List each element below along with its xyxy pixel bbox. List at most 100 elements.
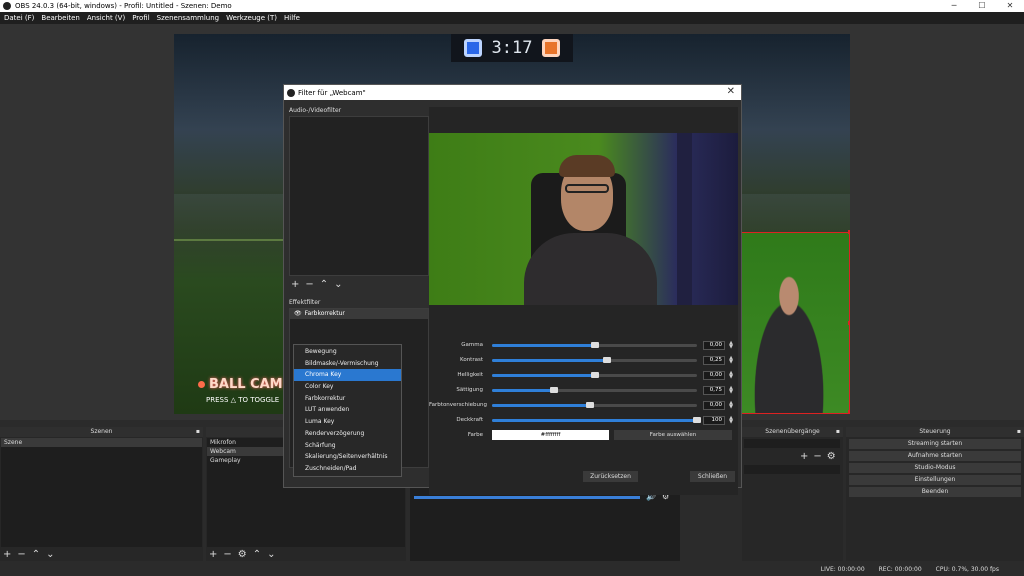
remove-icon[interactable]: − <box>305 279 313 290</box>
param-slider[interactable] <box>492 356 697 363</box>
move-up-icon[interactable]: ⌃ <box>32 549 40 560</box>
param-row: Farbtonverschiebung 0,00 ▲ ▼ <box>429 400 738 410</box>
transition-select[interactable] <box>744 439 840 448</box>
param-label: Helligkeit <box>457 372 483 378</box>
param-slider-thumb[interactable] <box>586 401 595 408</box>
spin-arrows-icon[interactable]: ▲ ▼ <box>727 355 735 365</box>
param-value-field[interactable]: 0,75 <box>703 385 725 395</box>
scene-item[interactable]: Szene <box>1 438 202 447</box>
start-recording-button[interactable]: Aufnahme starten <box>849 451 1021 461</box>
menu-profile[interactable]: Profil <box>132 14 149 22</box>
remove-icon[interactable]: − <box>17 549 25 560</box>
add-icon[interactable]: + <box>291 279 299 290</box>
add-filter-menu: Bewegung Bildmaske/-Vermischung Chroma Key… <box>293 344 402 477</box>
menu-view[interactable]: Ansicht (V) <box>87 14 125 22</box>
menu-item[interactable]: Bewegung <box>294 346 401 358</box>
menu-tools[interactable]: Werkzeuge (T) <box>226 14 277 22</box>
menu-item[interactable]: Schärfung <box>294 440 401 452</box>
menu-item[interactable]: Chroma Key <box>294 369 401 382</box>
menu-item[interactable]: Bildmaske/-Vermischung <box>294 358 401 370</box>
choose-color-button[interactable]: Farbe auswählen <box>614 430 732 440</box>
menu-item[interactable]: LUT anwenden <box>294 404 401 416</box>
param-slider[interactable] <box>492 371 697 378</box>
move-up-icon[interactable]: ⌃ <box>253 549 261 560</box>
settings-button[interactable]: Einstellungen <box>849 475 1021 485</box>
minimize-icon[interactable]: ─ <box>940 0 968 12</box>
param-value-field[interactable]: 100 <box>703 415 725 425</box>
remove-icon[interactable]: − <box>813 451 821 462</box>
add-icon[interactable]: + <box>800 451 808 462</box>
param-label: Kontrast <box>460 357 483 363</box>
menu-item[interactable]: Skalierung/Seitenverhältnis <box>294 451 401 463</box>
gear-icon[interactable]: ⚙ <box>238 549 247 560</box>
param-value-field[interactable]: 0,00 <box>703 340 725 350</box>
param-slider-thumb[interactable] <box>590 371 599 378</box>
duration-field[interactable] <box>744 465 840 474</box>
volume-slider[interactable] <box>414 496 640 499</box>
move-down-icon[interactable]: ⌄ <box>267 549 275 560</box>
close-button[interactable]: Schließen <box>690 471 735 482</box>
param-slider[interactable] <box>492 401 697 408</box>
param-slider-thumb[interactable] <box>549 386 558 393</box>
param-value-field[interactable]: 0,00 <box>703 370 725 380</box>
dock-float-icon[interactable]: ▪ <box>196 427 200 437</box>
scoreboard: 3:17 <box>451 34 573 62</box>
param-slider-fill <box>492 418 697 422</box>
spin-arrows-icon[interactable]: ▲ ▼ <box>727 400 735 410</box>
spin-arrows-icon[interactable]: ▲ ▼ <box>727 340 735 350</box>
param-slider-thumb[interactable] <box>602 356 611 363</box>
param-value-field[interactable]: 0,25 <box>703 355 725 365</box>
audio-video-filter-label: Audio-/Videofilter <box>289 107 342 114</box>
effect-filter-item[interactable]: 👁 Farbkorrektur <box>290 309 428 319</box>
eye-icon[interactable]: 👁 <box>294 309 302 319</box>
effect-filter-item-label: Farbkorrektur <box>304 310 345 317</box>
param-label: Gamma <box>461 342 483 348</box>
audio-mixer: 🔊 ⚙ <box>410 484 680 561</box>
studio-mode-button[interactable]: Studio-Modus <box>849 463 1021 473</box>
resize-handle[interactable] <box>848 321 850 325</box>
dock-float-icon[interactable]: ▪ <box>1017 427 1021 437</box>
spin-arrows-icon[interactable]: ▲ ▼ <box>727 370 735 380</box>
menu-help[interactable]: Hilfe <box>284 14 300 22</box>
menu-item[interactable]: Color Key <box>294 381 401 393</box>
param-slider[interactable] <box>492 386 697 393</box>
dock-float-icon[interactable]: ▪ <box>836 427 840 437</box>
close-icon[interactable]: ✕ <box>996 0 1024 12</box>
add-icon[interactable]: + <box>209 549 217 560</box>
param-value-field[interactable]: 0,00 <box>703 400 725 410</box>
score-time: 3:17 <box>491 38 533 58</box>
add-icon[interactable]: + <box>3 549 11 560</box>
menu-edit[interactable]: Bearbeiten <box>41 14 79 22</box>
webcam-source-preview[interactable] <box>739 232 850 414</box>
menu-item[interactable]: Luma Key <box>294 416 401 428</box>
menu-file[interactable]: Datei (F) <box>4 14 34 22</box>
effect-filter-label: Effektfilter <box>289 299 321 306</box>
audio-video-filter-list[interactable] <box>289 116 429 276</box>
color-label: Farbe <box>467 432 483 438</box>
param-slider-fill <box>492 403 591 407</box>
spin-arrows-icon[interactable]: ▲ ▼ <box>727 385 735 395</box>
spin-arrows-icon[interactable]: ▲ ▼ <box>727 415 735 425</box>
move-down-icon[interactable]: ⌄ <box>334 279 342 290</box>
maximize-icon[interactable]: ☐ <box>968 0 996 12</box>
param-slider[interactable] <box>492 341 697 348</box>
param-slider-thumb[interactable] <box>590 341 599 348</box>
param-slider-thumb[interactable] <box>693 416 701 423</box>
menu-item[interactable]: Farbkorrektur <box>294 393 401 405</box>
scenes-list: Szene <box>1 438 202 547</box>
param-slider[interactable] <box>492 416 701 423</box>
move-down-icon[interactable]: ⌄ <box>46 549 54 560</box>
move-up-icon[interactable]: ⌃ <box>320 279 328 290</box>
reset-button[interactable]: Zurücksetzen <box>583 471 638 482</box>
remove-icon[interactable]: − <box>223 549 231 560</box>
menu-scene-collection[interactable]: Szenensammlung <box>157 14 219 22</box>
gear-icon[interactable]: ⚙ <box>827 451 836 462</box>
resize-handle[interactable] <box>848 410 850 414</box>
resize-handle[interactable] <box>848 230 850 234</box>
start-streaming-button[interactable]: Streaming starten <box>849 439 1021 449</box>
exit-button[interactable]: Beenden <box>849 487 1021 497</box>
toggle-hint: PRESS △ TO TOGGLE <box>206 396 280 404</box>
menu-item[interactable]: Renderverzögerung <box>294 428 401 440</box>
close-icon[interactable]: ✕ <box>727 86 735 97</box>
menu-item[interactable]: Zuschneiden/Pad <box>294 463 401 475</box>
